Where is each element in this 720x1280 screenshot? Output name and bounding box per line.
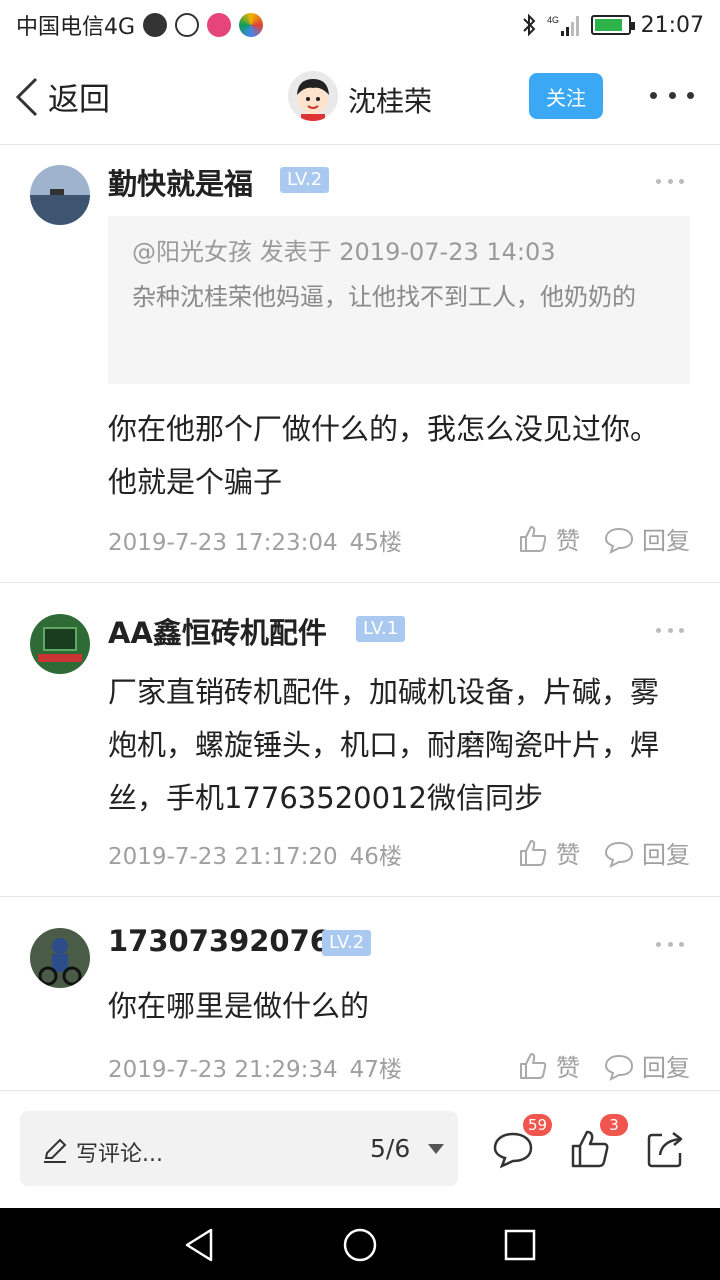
- like-button[interactable]: 赞: [518, 521, 580, 556]
- nav-back-icon[interactable]: [181, 1226, 219, 1264]
- reply-label: 回复: [642, 841, 690, 869]
- caret-down-icon[interactable]: [428, 1144, 444, 1154]
- comment-item: AA鑫恒砖机配件 LV.1 厂家直销砖机配件，加碱机设备，片碱，雾炮机，螺旋锤头…: [0, 584, 720, 897]
- thumbs-up-icon: [520, 1052, 547, 1079]
- reply-button[interactable]: 回复: [604, 521, 690, 556]
- author-name[interactable]: 沈桂荣: [348, 80, 432, 120]
- user-avatar[interactable]: [30, 165, 90, 225]
- quoted-comment: @阳光女孩 发表于 2019-07-23 14:03 杂种沈桂荣他妈逼，让他找不…: [108, 216, 690, 384]
- floor-number: 45楼: [349, 530, 402, 556]
- back-label: 返回: [48, 82, 110, 118]
- username[interactable]: 17307392076: [108, 924, 330, 958]
- chat-bubble-icon: [604, 1054, 634, 1081]
- level-badge: LV.2: [280, 167, 330, 193]
- user-avatar[interactable]: [30, 614, 90, 674]
- comment-text: 你在哪里是做什么的: [108, 989, 370, 1023]
- back-button[interactable]: 返回: [14, 74, 110, 119]
- comment-actions: 赞 回复: [518, 521, 690, 556]
- author-avatar[interactable]: [288, 71, 338, 121]
- comment-meta: 2019-7-23 17:23:04 45楼: [108, 523, 402, 557]
- comment-meta: 2019-7-23 21:29:34 47楼: [108, 1050, 402, 1084]
- username[interactable]: AA鑫恒砖机配件: [108, 610, 327, 652]
- carrier-label: 中国电信4G: [16, 15, 136, 40]
- reply-label: 回复: [642, 1054, 690, 1082]
- more-options-button[interactable]: [650, 83, 694, 107]
- floor-number: 46楼: [349, 844, 402, 870]
- comment-text: 你在他那个厂做什么的，我怎么没见过你。他就是个骗子: [108, 412, 660, 499]
- comment-time: 2019-7-23 21:29:34: [108, 1057, 338, 1083]
- level-badge: LV.1: [356, 616, 406, 642]
- like-label: 赞: [556, 841, 580, 869]
- comment-count-badge: 59: [523, 1114, 553, 1136]
- bottom-action-bar: 写评论... 5/6 59 3: [0, 1090, 720, 1208]
- thumbs-up-icon: [520, 525, 547, 552]
- chat-bubble-icon: [604, 527, 634, 554]
- floor-number: 47楼: [349, 1057, 402, 1083]
- comment-item: 17307392076 LV.2 你在哪里是做什么的 2019-7-23 21:…: [0, 898, 720, 1090]
- share-icon[interactable]: [646, 1129, 686, 1169]
- thumbs-up-icon: [520, 839, 547, 866]
- username[interactable]: 勤快就是福: [108, 161, 253, 203]
- system-nav-bar: [0, 1208, 720, 1280]
- bluetooth-icon: [522, 13, 536, 37]
- top-nav: 返回 沈桂荣 关注: [0, 50, 720, 145]
- pencil-icon: [44, 1138, 67, 1163]
- write-comment-input[interactable]: 写评论... 5/6: [20, 1111, 458, 1186]
- svg-text:4G: 4G: [547, 15, 559, 25]
- reply-button[interactable]: 回复: [604, 835, 690, 870]
- comment-more-button[interactable]: [656, 177, 684, 185]
- like-button[interactable]: 赞: [518, 1048, 580, 1083]
- like-count-badge: 3: [600, 1114, 628, 1136]
- browser-app-icon: [239, 13, 264, 37]
- bird-app-icon: [207, 13, 232, 37]
- reply-button[interactable]: 回复: [604, 1048, 690, 1083]
- quote-text: 杂种沈桂荣他妈逼，让他找不到工人，他奶奶的: [132, 283, 636, 311]
- like-label: 赞: [556, 527, 580, 555]
- comment-actions: 赞 回复: [518, 1048, 690, 1083]
- nav-home-icon[interactable]: [341, 1226, 379, 1264]
- write-comment-placeholder: 写评论...: [76, 1142, 163, 1167]
- user-avatar[interactable]: [30, 928, 90, 988]
- battery-icon: [590, 15, 635, 35]
- status-bar: 中国电信4G 4G 21:07: [0, 0, 720, 50]
- page-indicator[interactable]: 5/6: [370, 1134, 410, 1163]
- comment-time: 2019-7-23 17:23:04: [108, 530, 338, 556]
- comment-more-button[interactable]: [656, 626, 684, 634]
- comment-item: 勤快就是福 LV.2 @阳光女孩 发表于 2019-07-23 14:03 杂种…: [0, 145, 720, 583]
- chevron-left-icon: [15, 77, 38, 116]
- signal-icon: 4G: [547, 15, 579, 36]
- app-notification-icon: [143, 13, 168, 37]
- like-label: 赞: [556, 1054, 580, 1082]
- like-post-icon[interactable]: [570, 1129, 610, 1169]
- reply-label: 回复: [642, 527, 690, 555]
- comment-text: 厂家直销砖机配件，加碱机设备，片碱，雾炮机，螺旋锤头，机口，耐磨陶瓷叶片，焊丝，…: [108, 675, 660, 815]
- comment-time: 2019-7-23 21:17:20: [108, 844, 338, 870]
- k-app-icon: [175, 13, 200, 37]
- follow-button[interactable]: 关注: [529, 73, 603, 119]
- comment-actions: 赞 回复: [518, 835, 690, 870]
- nav-recents-icon[interactable]: [501, 1226, 539, 1264]
- level-badge: LV.2: [322, 930, 372, 956]
- quote-header: @阳光女孩 发表于 2019-07-23 14:03: [132, 238, 556, 266]
- comment-meta: 2019-7-23 21:17:20 46楼: [108, 837, 402, 871]
- clock: 21:07: [640, 12, 704, 38]
- chat-bubble-icon: [604, 841, 634, 868]
- like-button[interactable]: 赞: [518, 835, 580, 870]
- comment-more-button[interactable]: [656, 940, 684, 948]
- comments-icon[interactable]: [493, 1129, 533, 1169]
